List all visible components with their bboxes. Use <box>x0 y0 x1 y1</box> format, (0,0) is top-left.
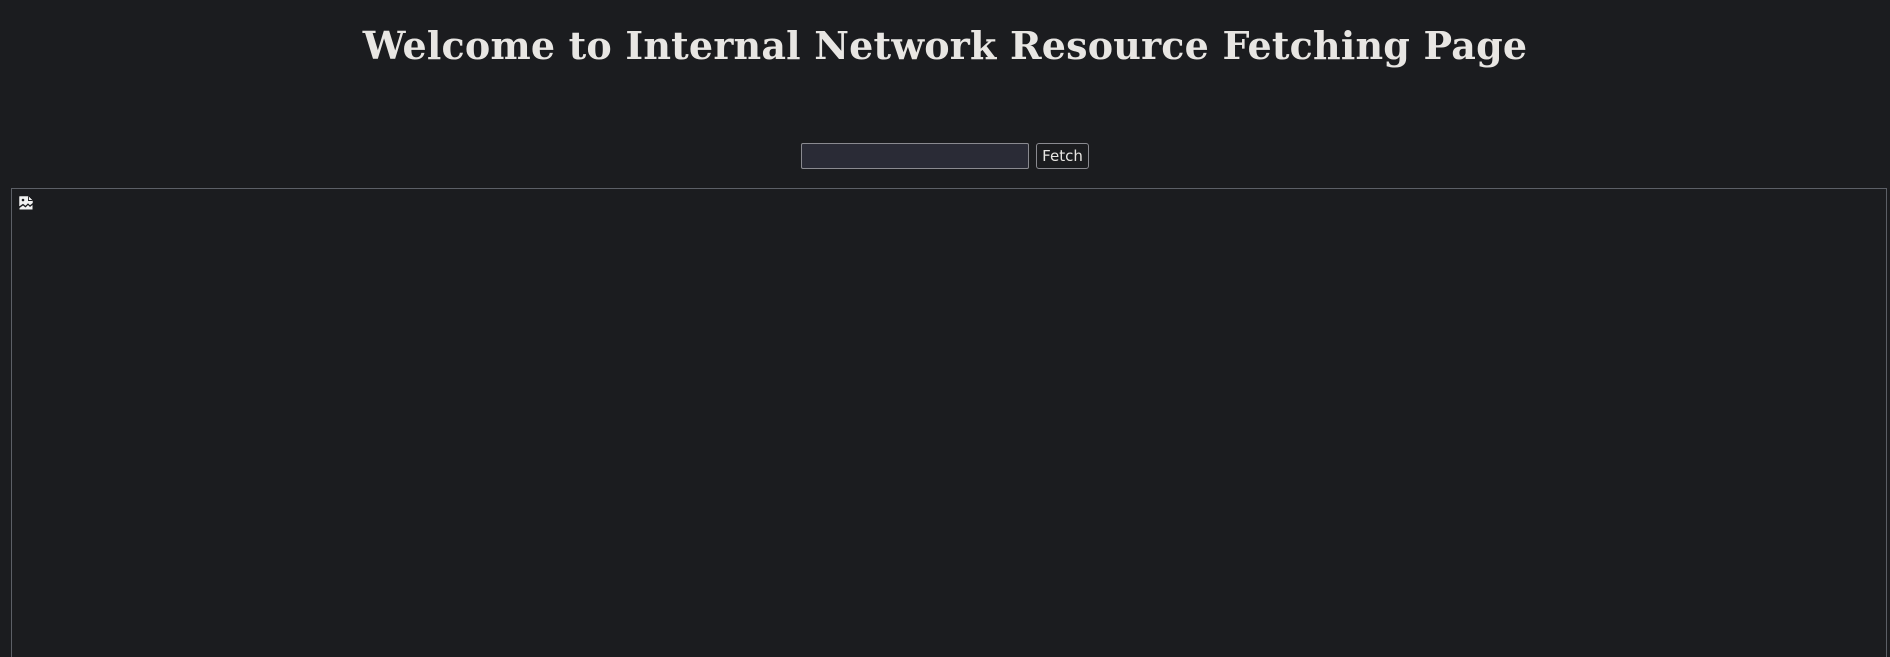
broken-image-icon <box>18 195 34 211</box>
fetch-button[interactable]: Fetch <box>1036 143 1089 169</box>
fetch-form: Fetch <box>0 143 1890 169</box>
result-frame[interactable] <box>11 188 1887 657</box>
url-input[interactable] <box>801 143 1030 169</box>
page-title: Welcome to Internal Network Resource Fet… <box>362 23 1528 68</box>
